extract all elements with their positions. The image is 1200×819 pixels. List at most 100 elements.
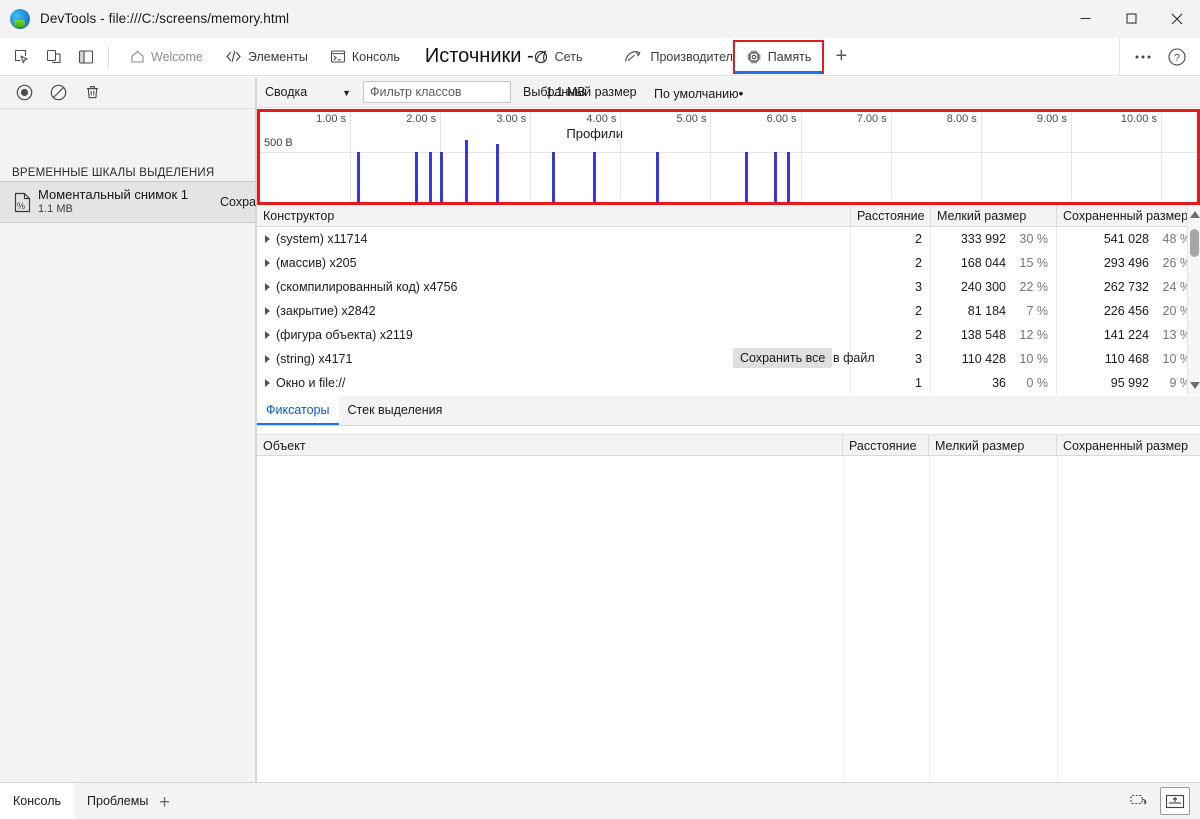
allocation-timeline-chart[interactable]: 500 B Профили 1.00 s 2.00 s 3.00 s 4.00 s 5.…	[260, 112, 1197, 202]
timeline-gridline	[530, 112, 532, 202]
cell-constructor[interactable]: (system) x11714	[257, 227, 851, 251]
dock-bottom-icon[interactable]	[1160, 787, 1190, 815]
scroll-down-arrow-icon[interactable]	[1190, 382, 1200, 389]
scope-select[interactable]: По умолчанию•	[654, 85, 743, 101]
constructor-grid-body[interactable]: (system) x11714 2 333 992 30 % 541 028 48 % (м…	[257, 227, 1200, 395]
home-icon	[130, 49, 145, 64]
column-header-constructor[interactable]: Конструктор	[257, 205, 851, 227]
timeline-bar[interactable]	[496, 144, 500, 202]
timeline-bar[interactable]	[440, 152, 444, 202]
constructor-name: (закрытие) x2842	[276, 304, 376, 318]
cell-shallow-size: 110 428 10 %	[931, 347, 1057, 371]
clear-no-entry-button[interactable]	[42, 79, 74, 107]
cell-constructor[interactable]: (фигура объекта) x2119	[257, 323, 851, 347]
tab-welcome[interactable]: Welcome	[119, 38, 214, 76]
delete-trash-button[interactable]	[76, 79, 108, 107]
tab-sources[interactable]: Источники -	[411, 38, 534, 76]
timeline-tick-label: 5.00 s	[676, 113, 707, 125]
expand-triangle-icon[interactable]	[265, 235, 270, 243]
retainers-grid-header: Объект Расстояние Мелкий размер Сохранен…	[257, 434, 1200, 457]
timeline-bar[interactable]	[551, 152, 555, 202]
maximize-button[interactable]	[1108, 0, 1154, 38]
expand-triangle-icon[interactable]	[265, 259, 270, 267]
constructor-name: (фигура объекта) x2119	[276, 328, 413, 342]
devtools-left-tools	[0, 38, 119, 76]
device-toolbar-icon[interactable]	[38, 42, 70, 72]
timeline-bar[interactable]	[465, 140, 469, 202]
tab-retainers[interactable]: Фиксаторы	[257, 395, 339, 425]
cell-retained-size: 95 992 9 %	[1057, 371, 1199, 395]
table-row[interactable]: (закрытие) x2842 2 81 184 7 % 226 456 20 %	[257, 299, 1200, 323]
add-tab-button[interactable]: +	[824, 38, 858, 76]
close-button[interactable]	[1154, 0, 1200, 38]
minimize-button[interactable]	[1062, 0, 1108, 38]
allocation-timeline-highlight[interactable]: 500 B Профили 1.00 s 2.00 s 3.00 s 4.00 s 5.…	[257, 109, 1200, 205]
column-header-retained-size-2[interactable]: Сохраненный размер	[1057, 435, 1200, 457]
class-filter-input[interactable]: Фильтр классов	[363, 81, 511, 103]
expand-triangle-icon[interactable]	[265, 331, 270, 339]
expand-triangle-icon[interactable]	[265, 355, 270, 363]
column-header-shallow-size[interactable]: Мелкий размер	[931, 205, 1057, 227]
table-row[interactable]: (массив) x205 2 168 044 15 % 293 496 26 %	[257, 251, 1200, 275]
cell-constructor[interactable]: (скомпилированный код) x4756	[257, 275, 851, 299]
timeline-bar[interactable]	[357, 152, 361, 202]
dock-side-icon[interactable]	[70, 42, 102, 72]
drawer-add-tab-button[interactable]: +	[159, 792, 170, 814]
column-header-distance[interactable]: Расстояние	[851, 205, 931, 227]
more-options-icon[interactable]	[1126, 42, 1160, 72]
timeline-bar[interactable]	[593, 152, 597, 202]
tab-memory[interactable]: Память	[732, 39, 825, 74]
drawer-tab-issues[interactable]: Проблемы	[74, 783, 161, 819]
expand-triangle-icon[interactable]	[265, 307, 270, 315]
timeline-bar[interactable]	[744, 152, 748, 202]
shallow-size-percent: 10 %	[1019, 352, 1049, 366]
record-heap-snapshot-button[interactable]	[8, 79, 40, 107]
table-row[interactable]: (скомпилированный код) x4756 3 240 300 22 %…	[257, 275, 1200, 299]
inspect-element-icon[interactable]	[6, 42, 38, 72]
cell-constructor[interactable]: (массив) x205	[257, 251, 851, 275]
screencast-icon[interactable]	[1124, 787, 1154, 815]
cell-shallow-size: 81 184 7 %	[931, 299, 1057, 323]
timeline-bar[interactable]	[787, 152, 791, 202]
table-row[interactable]: (string) x4171 3 110 428 10 % 110 468 10 %	[257, 347, 1200, 371]
retainers-grid-body[interactable]	[257, 456, 1200, 782]
save-all-button[interactable]: Сохранить все	[733, 348, 833, 368]
timeline-bar[interactable]	[414, 152, 418, 202]
tab-elements[interactable]: Элементы	[214, 38, 319, 76]
tab-console[interactable]: Консоль	[319, 38, 411, 76]
column-header-distance-2[interactable]: Расстояние	[843, 435, 929, 457]
retained-size-value: 141 224	[1103, 328, 1149, 342]
timeline-bar[interactable]	[656, 152, 660, 202]
column-header-object[interactable]: Объект	[257, 435, 843, 457]
snapshot-size: 1.1 MB	[38, 203, 73, 216]
memory-chip-icon	[746, 49, 762, 65]
view-mode-select[interactable]: Сводка ▼	[257, 77, 357, 108]
column-header-shallow-size-2[interactable]: Мелкий размер	[929, 435, 1057, 457]
timeline-gridline	[710, 112, 712, 202]
tab-network[interactable]: Сеть	[522, 38, 594, 76]
cell-constructor[interactable]: (закрытие) x2842	[257, 299, 851, 323]
timeline-tick-label: 9.00 s	[1036, 113, 1067, 125]
scroll-up-arrow-icon[interactable]	[1190, 211, 1200, 218]
retained-size-value: 293 496	[1103, 256, 1149, 270]
tab-allocation-stack[interactable]: Стек выделения	[339, 395, 452, 425]
table-row[interactable]: Окно и file:// 1 36 0 % 95 992 9 %	[257, 371, 1200, 395]
column-header-retained-size[interactable]: Сохраненный размер	[1057, 205, 1199, 227]
timeline-bar[interactable]	[773, 152, 777, 202]
timeline-gridline	[890, 112, 892, 202]
drawer-tab-console[interactable]: Консоль	[0, 782, 75, 819]
cell-constructor[interactable]: Окно и file://	[257, 371, 851, 395]
drawer-tab-issues-label: Проблемы	[87, 794, 149, 808]
table-row[interactable]: (фигура объекта) x2119 2 138 548 12 % 141 22…	[257, 323, 1200, 347]
cell-shallow-size: 138 548 12 %	[931, 323, 1057, 347]
scrollbar-thumb[interactable]	[1190, 229, 1199, 257]
tab-allocation-stack-label: Стек выделения	[347, 403, 443, 417]
expand-triangle-icon[interactable]	[265, 283, 270, 291]
timeline-bar[interactable]	[429, 152, 433, 202]
expand-triangle-icon[interactable]	[265, 379, 270, 387]
constructor-grid-scrollbar[interactable]	[1187, 205, 1200, 395]
table-row[interactable]: (system) x11714 2 333 992 30 % 541 028 48 %	[257, 227, 1200, 251]
sidebar-item-snapshot-1[interactable]: % Моментальный снимок 1 1.1 MB Сохранить	[0, 181, 282, 223]
help-icon[interactable]: ?	[1160, 42, 1194, 72]
cell-shallow-size: 36 0 %	[931, 371, 1057, 395]
